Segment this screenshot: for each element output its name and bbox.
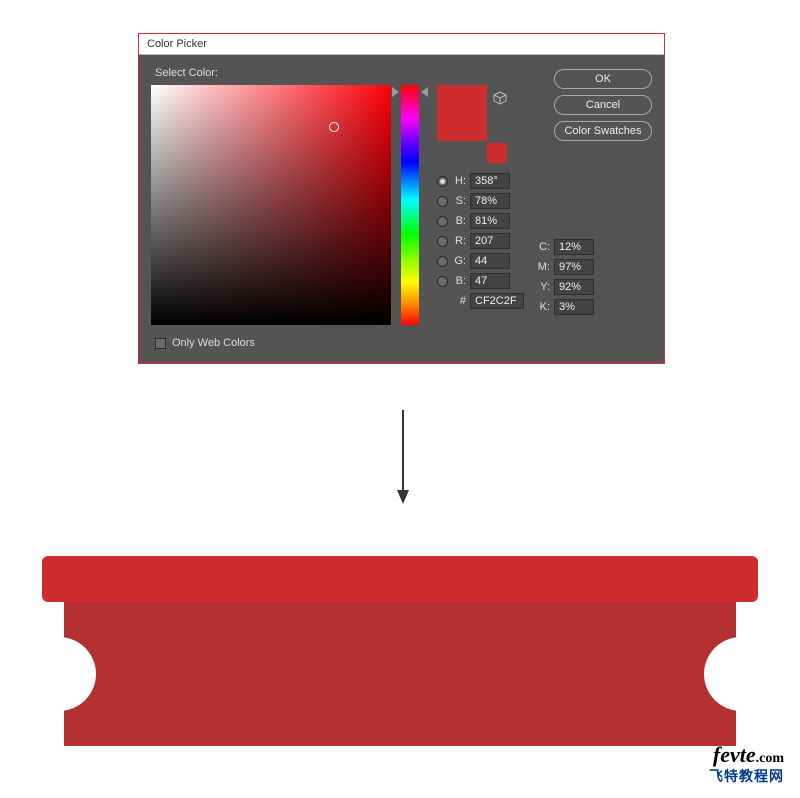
hue-handle-right[interactable] (421, 87, 428, 97)
hue-slider[interactable] (401, 85, 419, 325)
radio-h[interactable] (437, 176, 448, 187)
radio-s[interactable] (437, 196, 448, 207)
color-field[interactable] (151, 85, 391, 325)
input-s[interactable]: 78% (470, 193, 510, 209)
label-r: R: (452, 235, 466, 247)
previous-color-small[interactable] (487, 143, 507, 163)
color-field-marker[interactable] (329, 122, 339, 132)
label-c: C: (536, 241, 550, 253)
only-web-colors[interactable]: Only Web Colors (155, 337, 652, 349)
ok-button[interactable]: OK (554, 69, 652, 89)
radio-b[interactable] (437, 216, 448, 227)
label-b: B: (452, 215, 466, 227)
label-y: Y: (536, 281, 550, 293)
input-k[interactable]: 3% (554, 299, 594, 315)
cancel-button[interactable]: Cancel (554, 95, 652, 115)
previous-color-swatch[interactable] (437, 123, 487, 141)
input-c[interactable]: 12% (554, 239, 594, 255)
dialog-title: Color Picker (139, 34, 664, 55)
input-b[interactable]: 81% (470, 213, 510, 229)
result-shape (42, 556, 758, 746)
result-notch-right (704, 637, 736, 711)
only-web-checkbox[interactable] (155, 338, 166, 349)
watermark-main: fevte.com (709, 745, 784, 766)
label-bb: B: (452, 275, 466, 287)
label-h: H: (452, 175, 466, 187)
result-shape-body (64, 602, 736, 746)
label-g: G: (452, 255, 466, 267)
button-column: OK Cancel Color Swatches (554, 69, 652, 141)
watermark: fevte.com 飞特教程网 (709, 745, 784, 786)
value-fields: H: 358° S: 78% B: 81% (437, 173, 594, 319)
result-shape-top (42, 556, 758, 602)
arrow-down-icon (397, 410, 409, 504)
input-bb[interactable]: 47 (470, 273, 510, 289)
input-g[interactable]: 44 (470, 253, 510, 269)
watermark-text: fevte (713, 742, 756, 767)
label-m: M: (536, 261, 550, 273)
color-picker-dialog: Color Picker Select Color: (138, 33, 665, 364)
input-r[interactable]: 207 (470, 233, 510, 249)
color-swatches-button[interactable]: Color Swatches (554, 121, 652, 141)
input-h[interactable]: 358° (470, 173, 510, 189)
hue-handle-left[interactable] (392, 87, 399, 97)
cube-icon (493, 91, 507, 105)
radio-r[interactable] (437, 236, 448, 247)
watermark-suffix: .com (756, 751, 784, 766)
watermark-sub: 飞特教程网 (709, 766, 784, 786)
input-y[interactable]: 92% (554, 279, 594, 295)
only-web-label: Only Web Colors (172, 337, 255, 349)
current-color-swatch (437, 85, 487, 123)
label-k: K: (536, 301, 550, 313)
label-hex: # (452, 295, 466, 307)
radio-g[interactable] (437, 256, 448, 267)
radio-bb[interactable] (437, 276, 448, 287)
result-notch-left (64, 637, 96, 711)
input-m[interactable]: 97% (554, 259, 594, 275)
input-hex[interactable]: CF2C2F (470, 293, 524, 309)
label-s: S: (452, 195, 466, 207)
dialog-body: Select Color: (139, 55, 664, 363)
